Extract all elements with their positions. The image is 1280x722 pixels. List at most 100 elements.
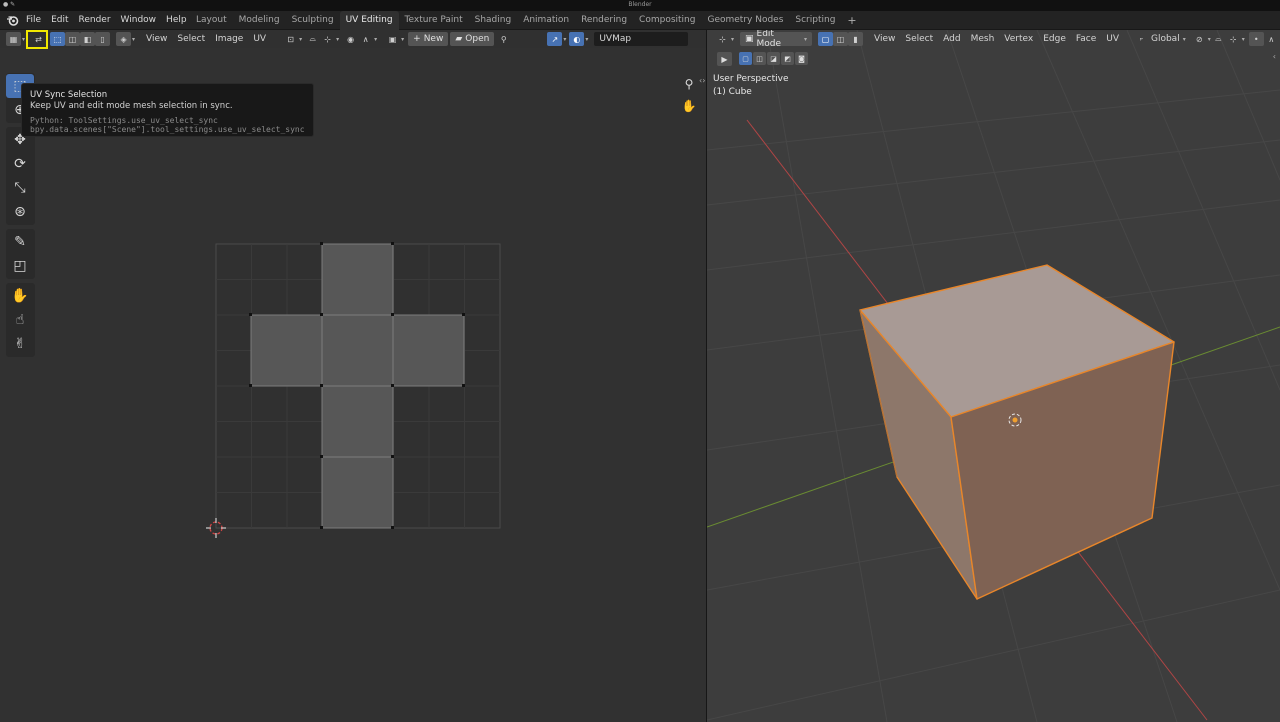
blender-logo-icon[interactable] <box>6 14 19 27</box>
cube-mesh <box>859 264 1175 600</box>
tab-animation[interactable]: Animation <box>517 11 575 30</box>
tooltip-python: Python: ToolSettings.use_uv_select_sync <box>30 116 218 125</box>
pin-icon[interactable]: ⚲ <box>496 32 511 46</box>
tooltip-title: UV Sync Selection <box>30 90 108 100</box>
tab-compositing[interactable]: Compositing <box>633 11 701 30</box>
face-select-icon[interactable]: ◧ <box>80 32 96 46</box>
collapse-arrow-icon[interactable]: ‹› <box>699 76 705 85</box>
menu-select[interactable]: Select <box>172 34 210 44</box>
edge-select-icon[interactable]: ◫ <box>833 32 849 46</box>
select-invert-icon[interactable]: ◩ <box>781 52 794 65</box>
pivot-icon[interactable]: ⊘ <box>1192 32 1207 46</box>
mode-dropdown[interactable]: ▣ Edit Mode ▾ <box>740 30 813 49</box>
grab-icon[interactable]: ✋ <box>6 284 34 308</box>
menu-mesh[interactable]: Mesh <box>966 34 1000 44</box>
zoom-icon[interactable]: ⚲ <box>678 73 700 95</box>
snap-target-icon[interactable]: ⊹ <box>1226 32 1241 46</box>
vertex-select-icon[interactable]: ⬚ <box>50 32 66 46</box>
orientation-dropdown[interactable]: Global <box>1149 34 1182 44</box>
uv-face-right <box>392 314 465 387</box>
scale-icon[interactable]: ⤡ <box>6 176 34 200</box>
tab-sculpting[interactable]: Sculpting <box>286 11 340 30</box>
uv-editor-header: ▦ ▾ ⇄ ⬚ ◫ ◧ ▯ ◈ ▾ View Select Image UV ⊡… <box>0 30 706 48</box>
menu-edit[interactable]: Edit <box>46 11 73 30</box>
menu-render[interactable]: Render <box>74 11 116 30</box>
menu-view[interactable]: View <box>869 34 900 44</box>
chevron-down-icon: ▾ <box>336 35 340 43</box>
tab-scripting[interactable]: Scripting <box>789 11 841 30</box>
plus-icon: + <box>413 34 421 44</box>
face-select-icon[interactable]: ▮ <box>848 32 864 46</box>
tab-shading[interactable]: Shading <box>469 11 518 30</box>
falloff-icon[interactable]: ∧ <box>1264 32 1279 46</box>
menu-face[interactable]: Face <box>1071 34 1101 44</box>
top-bar: File Edit Render Window Help Layout Mode… <box>0 11 1280 30</box>
tab-uv-editing[interactable]: UV Editing <box>339 11 399 30</box>
new-image-button[interactable]: + New <box>408 32 449 46</box>
tab-geometry-nodes[interactable]: Geometry Nodes <box>701 11 789 30</box>
uv-grid <box>215 243 501 529</box>
rotate-icon[interactable]: ⟳ <box>6 152 34 176</box>
image-browse-icon[interactable]: ▣ <box>385 32 400 46</box>
falloff-icon[interactable]: ∧ <box>358 32 373 46</box>
edit-mode-icon: ▣ <box>745 34 754 44</box>
annotate-icon[interactable]: ✎ <box>6 230 34 254</box>
overlay-icon[interactable]: ◐ <box>569 32 585 46</box>
add-workspace-button[interactable]: + <box>841 11 862 30</box>
select-new-icon[interactable]: ▢ <box>739 52 752 65</box>
uv-sync-tooltip: UV Sync Selection Keep UV and edit mode … <box>21 83 314 137</box>
proportional-edit-icon[interactable]: • <box>1248 32 1264 46</box>
proportional-edit-icon[interactable]: ◉ <box>343 32 358 46</box>
select-extend-icon[interactable]: ◫ <box>753 52 766 65</box>
select-intersect-icon[interactable]: ◙ <box>795 52 808 65</box>
snap-icon[interactable]: ⌓ <box>1211 32 1226 46</box>
menu-vertex[interactable]: Vertex <box>999 34 1038 44</box>
snap-icon[interactable]: ⌓ <box>305 32 320 46</box>
menu-select[interactable]: Select <box>900 34 938 44</box>
tab-modeling[interactable]: Modeling <box>233 11 286 30</box>
mode-label: Edit Mode <box>756 30 782 49</box>
menu-uv[interactable]: UV <box>1101 34 1124 44</box>
uv-cursor-icon <box>206 518 226 538</box>
menu-help[interactable]: Help <box>161 11 192 30</box>
editor-type-icon[interactable]: ▦ <box>6 32 21 46</box>
orientation-icon[interactable]: ⟔ <box>1134 32 1149 46</box>
menu-edge[interactable]: Edge <box>1038 34 1071 44</box>
3d-viewport[interactable]: ⊹ ▾ ▣ Edit Mode ▾ ▢ ◫ ▮ View Select Add Me… <box>707 30 1280 722</box>
menu-image[interactable]: Image <box>210 34 248 44</box>
menu-view[interactable]: View <box>141 34 172 44</box>
uvmap-label: UVMap <box>599 34 632 44</box>
vertex-select-icon[interactable]: ▢ <box>818 32 834 46</box>
snap-target-icon[interactable]: ⊹ <box>320 32 335 46</box>
uv-editor-area[interactable]: ▦ ▾ ⇄ ⬚ ◫ ◧ ▯ ◈ ▾ View Select Image UV ⊡… <box>0 30 706 722</box>
uvmap-field[interactable]: UVMap <box>594 32 689 46</box>
tab-rendering[interactable]: Rendering <box>575 11 633 30</box>
island-select-icon[interactable]: ▯ <box>95 32 111 46</box>
menu-file[interactable]: File <box>21 11 46 30</box>
rip-icon[interactable]: ◰ <box>6 254 34 278</box>
select-subtract-icon[interactable]: ◪ <box>767 52 780 65</box>
hand-icon[interactable]: ✋ <box>678 95 700 117</box>
select-tool-icon[interactable]: ▶ <box>717 52 732 66</box>
menu-add[interactable]: Add <box>938 34 965 44</box>
workspace-tabs: Layout Modeling Sculpting UV Editing Tex… <box>190 11 863 30</box>
view-name: User Perspective <box>713 74 789 84</box>
sticky-select-icon[interactable]: ◈ <box>116 32 132 46</box>
collapse-arrow-icon[interactable]: ‹ <box>1273 52 1276 61</box>
tab-texture-paint[interactable]: Texture Paint <box>399 11 469 30</box>
transform-icon[interactable]: ⊛ <box>6 200 34 224</box>
uv-display-gizmo-icon[interactable]: ↗ <box>547 32 563 46</box>
tab-layout[interactable]: Layout <box>190 11 233 30</box>
open-image-button[interactable]: ▰ Open <box>450 32 495 46</box>
pinch-icon[interactable]: ✌ <box>6 332 34 356</box>
relax-icon[interactable]: ☝ <box>6 308 34 332</box>
menu-window[interactable]: Window <box>116 11 162 30</box>
pivot-icon[interactable]: ⊡ <box>283 32 298 46</box>
edge-select-icon[interactable]: ◫ <box>65 32 81 46</box>
viewport-header: ⊹ ▾ ▣ Edit Mode ▾ ▢ ◫ ▮ View Select Add Me… <box>707 30 1280 49</box>
menu-uv[interactable]: UV <box>248 34 271 44</box>
selection-mode-buttons: ▢ ◫ ◪ ◩ ◙ <box>739 52 808 65</box>
chevron-down-icon: ▾ <box>804 35 808 43</box>
editor-type-icon[interactable]: ⊹ <box>715 32 730 46</box>
uv-vertices <box>249 242 465 529</box>
